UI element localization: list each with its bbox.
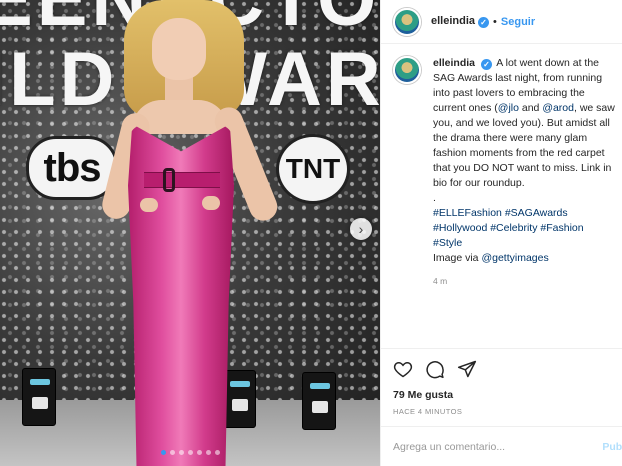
caption-username[interactable]: elleindia ✓ [433,57,492,70]
username-text[interactable]: elleindia [431,15,475,27]
dress-belt [144,172,220,188]
credit-handle-link[interactable]: @gettyimages [481,252,548,264]
avatar[interactable] [393,7,421,36]
carousel-next-button[interactable]: › [350,218,372,240]
share-icon[interactable] [457,359,477,379]
hashtag-link[interactable]: #Style [433,237,462,249]
caption-age: 4 m [433,276,448,286]
woman-face [152,18,206,80]
caption-username-text[interactable]: elleindia [433,57,475,69]
chevron-right-icon: › [358,221,364,237]
follow-button[interactable]: Seguir [501,16,535,28]
carousel-dot [205,450,211,455]
carousel-dots [0,450,380,455]
tbs-logo: tbs [26,136,118,200]
mention-link[interactable]: @arod [542,102,574,114]
separator-dot: • [493,15,497,28]
caption-dot: . [433,192,436,204]
caption-text: elleindia ✓ A lot went down at the SAG A… [433,56,618,289]
comment-box: Publi [381,426,622,466]
stage-light [302,372,336,430]
carousel-dot [196,450,202,455]
tnt-logo: TNT [276,134,350,204]
hashtag-line: #Hollywood #Celebrity #Fashion [433,222,584,234]
post-photo[interactable]: EENACTO ILD AWAR tbs TNT › [0,0,380,466]
hashtag-line: #ELLEFashion #SAGAwards [433,207,568,219]
hashtag-link[interactable]: #Fashion [540,222,583,234]
carousel-dot [169,450,175,455]
comment-icon[interactable] [425,359,445,379]
hashtag-line: #Style [433,237,462,249]
post-side-panel: elleindia ✓ • Seguir elleindia ✓ A lot we… [380,0,622,466]
comment-input[interactable] [393,440,583,453]
post-timestamp: HACE 4 MINUTOS [393,407,463,416]
hashtag-link[interactable]: #Celebrity [490,222,537,234]
caption-body: A lot went down at the SAG Awards last n… [433,57,615,189]
verified-badge-icon: ✓ [480,59,492,70]
carousel-dot [214,450,220,455]
post-header: elleindia ✓ • Seguir [381,0,622,44]
credit-prefix: Image via [433,252,482,264]
caption-segment: and [518,102,543,114]
belt-buckle [163,168,175,192]
actions-bar: 79 Me gusta HACE 4 MINUTOS Publi [381,348,622,466]
caption-comment: elleindia ✓ A lot went down at the SAG A… [393,56,618,289]
stage-light [22,368,56,426]
header-username[interactable]: elleindia ✓ [431,15,490,28]
woman-hand-right [202,196,220,210]
hashtag-link[interactable]: #SAGAwards [505,207,568,219]
verified-badge-icon: ✓ [478,17,490,28]
carousel-dot [187,450,193,455]
heart-icon[interactable] [393,359,413,379]
woman-hand-left [140,198,158,212]
avatar[interactable] [393,56,421,84]
carousel-dot [160,450,166,455]
caption-segment: , we saw you, and we loved you). But ami… [433,102,615,189]
hashtag-link[interactable]: #ELLEFashion [433,207,502,219]
carousel-dot [178,450,184,455]
hashtag-link[interactable]: #Hollywood [433,222,487,234]
mention-link[interactable]: @jlo [498,102,519,114]
publish-button[interactable]: Publi [602,441,622,453]
likes-count[interactable]: 79 Me gusta [381,379,622,401]
action-icons [381,349,622,379]
